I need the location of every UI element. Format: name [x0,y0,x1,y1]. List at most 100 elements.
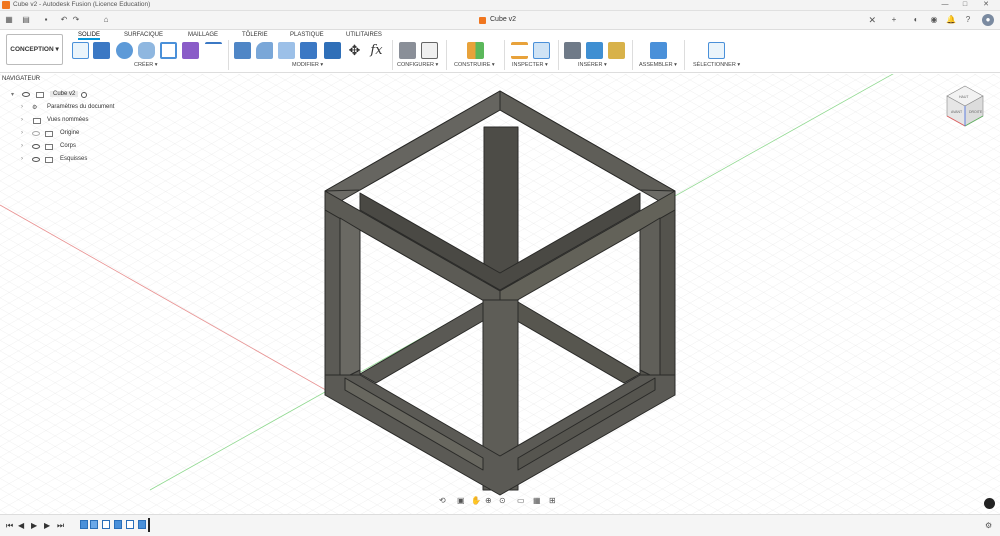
tab-plastique[interactable]: PLASTIQUE [290,30,324,40]
timeline-marker[interactable] [148,518,150,532]
job-status-icon[interactable]: ◉ [928,14,940,26]
group-construire[interactable]: CONSTRUIRE ▾ [454,62,495,68]
undo-icon[interactable]: ↶ [58,14,70,26]
save-icon[interactable]: ▪ [40,14,52,26]
timeline-end-icon[interactable]: ⏭ [57,521,64,531]
navigator-item-label: Corps [60,143,77,149]
group-inserer[interactable]: INSÉRER ▾ [578,62,607,68]
extrude-icon[interactable] [93,42,110,59]
timeline-next-icon[interactable]: ▶ [44,521,50,530]
insert-canvas-icon[interactable] [586,42,603,59]
timeline-feature[interactable] [90,520,98,529]
revolve-icon[interactable] [116,42,133,59]
section-analysis-icon[interactable] [533,42,550,59]
select-icon[interactable] [708,42,725,59]
maximize-button[interactable]: □ [955,0,975,11]
expand-arrow-icon[interactable]: › [21,156,23,162]
viewports-icon[interactable]: ⊞ [549,496,556,505]
redo-icon[interactable]: ↷ [70,14,82,26]
folder-icon [45,157,53,163]
tab-tolerie[interactable]: TÔLERIE [242,30,268,40]
timeline-feature[interactable] [80,520,88,529]
navigator-item-corps[interactable]: › Corps [0,141,150,153]
document-tab[interactable]: Cube v2 ✕ [410,11,880,30]
visibility-eye-icon[interactable] [32,157,40,162]
quick-access-bar: ▦ ▤ ▪ ↶ ↷ ⌂ Cube v2 ✕ + ◐ ◉ 🔔 ? ● [0,11,1000,30]
fillet-icon[interactable] [256,42,273,59]
create-sketch-icon[interactable] [72,42,89,59]
view-cube[interactable]: HAUT AVANT DROITE [945,81,985,136]
timeline-start-icon[interactable]: ⏮ [6,521,13,531]
offset-plane-icon[interactable] [467,42,484,59]
timeline-feature[interactable] [114,520,122,529]
visibility-eye-icon[interactable] [32,144,40,149]
group-configurer[interactable]: CONFIGURER ▾ [397,62,438,68]
close-tab-icon[interactable]: ✕ [868,15,876,26]
config-table-icon[interactable] [421,42,438,59]
timeline-prev-icon[interactable]: ◀ [18,521,24,530]
navigator-item-esquisses[interactable]: › Esquisses [0,154,150,166]
visibility-eye-icon[interactable] [32,131,40,136]
group-modifier[interactable]: MODIFIER ▾ [292,62,323,68]
parameters-icon[interactable]: fx [368,42,385,59]
navigator-root[interactable]: ▾ Cube v2 [0,89,150,101]
visibility-eye-icon[interactable] [22,92,30,97]
insert-derive-icon[interactable] [564,42,581,59]
expand-arrow-icon[interactable]: › [21,104,23,110]
help-icon[interactable]: ? [962,14,974,26]
navigator-item-label: Paramètres du document [47,104,115,110]
grid-settings-icon[interactable]: ▦ [533,496,541,505]
zoom-icon[interactable]: ⊕ [485,496,492,505]
hole-icon[interactable] [138,42,155,59]
tab-surfacique[interactable]: SURFACIQUE [124,30,163,40]
timeline-feature[interactable] [102,520,110,529]
timeline-settings-gear-icon[interactable]: ⚙ [985,521,992,530]
group-inspecter[interactable]: INSPECTER ▾ [512,62,548,68]
navigator-item-vues[interactable]: › Vues nommées [0,115,150,127]
tab-maillage[interactable]: MAILLAGE [188,30,218,40]
file-menu-icon[interactable]: ▤ [20,14,32,26]
collapse-arrow-icon[interactable]: ▾ [11,91,14,98]
sweep-icon[interactable] [205,42,222,59]
move-icon[interactable]: ✥ [346,42,363,59]
group-creer[interactable]: CRÉER ▾ [134,62,158,68]
close-window-button[interactable]: ✕ [976,0,996,11]
combine-icon[interactable] [324,42,341,59]
new-component-icon[interactable] [650,42,667,59]
press-pull-icon[interactable] [234,42,251,59]
workspace-selector[interactable]: CONCEPTION ▾ [6,34,63,65]
shell-icon[interactable] [300,42,317,59]
timeline-play-icon[interactable]: ▶ [31,521,37,530]
configure-icon[interactable] [399,42,416,59]
navigator-item-parametres[interactable]: › ⚙ Paramètres du document [0,102,150,114]
timeline-feature[interactable] [138,520,146,529]
pan-icon[interactable]: ✋ [471,496,481,505]
minimize-button[interactable]: — [935,0,955,11]
user-avatar[interactable]: ● [982,14,994,26]
create-form-icon[interactable] [182,42,199,59]
orbit-icon[interactable]: ⟲ [439,496,446,505]
tab-solide[interactable]: SOLIDE [78,30,101,40]
pattern-icon[interactable] [160,42,177,59]
navigator-item-origine[interactable]: › Origine [0,128,150,140]
apps-grid-icon[interactable]: ▦ [3,14,15,26]
chamfer-icon[interactable] [278,42,295,59]
new-tab-icon[interactable]: + [888,14,900,26]
expand-arrow-icon[interactable]: › [21,117,23,123]
expand-arrow-icon[interactable]: › [21,143,23,149]
home-icon[interactable]: ⌂ [100,14,112,26]
look-at-icon[interactable]: ▣ [457,496,465,505]
extensions-icon[interactable]: ◐ [910,14,922,26]
assistant-icon[interactable] [984,498,995,509]
group-assembler[interactable]: ASSEMBLER ▾ [639,62,677,68]
expand-arrow-icon[interactable]: › [21,130,23,136]
tab-utilitaires[interactable]: UTILITAIRES [346,30,382,40]
fit-icon[interactable]: ⊙ [499,496,506,505]
group-selectionner[interactable]: SÉLECTIONNER ▾ [693,62,740,68]
active-radio-icon[interactable] [81,92,87,98]
notifications-icon[interactable]: 🔔 [945,14,957,26]
measure-icon[interactable] [511,42,528,59]
insert-mesh-icon[interactable] [608,42,625,59]
timeline-feature[interactable] [126,520,134,529]
display-settings-icon[interactable]: ▭ [517,496,525,505]
